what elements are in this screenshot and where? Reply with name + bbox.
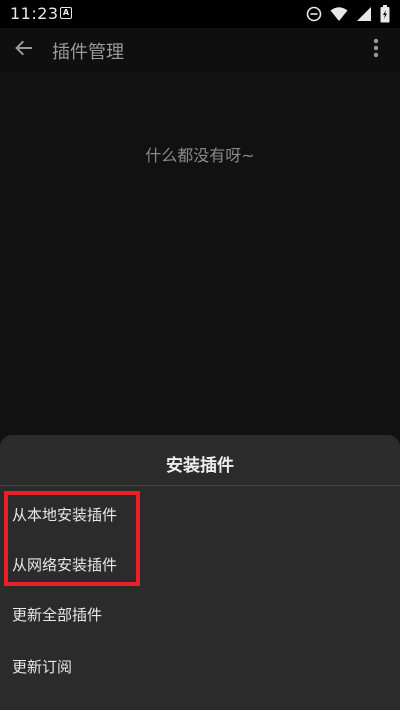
signal-icon bbox=[356, 6, 372, 22]
wifi-icon bbox=[330, 6, 348, 22]
app-bar: 插件管理 bbox=[0, 28, 400, 72]
install-plugin-sheet: 安装插件 从本地安装插件 从网络安装插件 更新全部插件 更新订阅 bbox=[0, 435, 400, 710]
battery-icon bbox=[380, 5, 390, 23]
sheet-divider bbox=[0, 485, 400, 486]
back-arrow-icon bbox=[14, 38, 34, 62]
empty-message: 什么都没有呀~ bbox=[145, 146, 255, 165]
install-from-network-item[interactable]: 从网络安装插件 bbox=[12, 551, 117, 579]
do-not-disturb-icon bbox=[306, 6, 322, 22]
back-button[interactable] bbox=[8, 34, 40, 66]
more-options-button[interactable] bbox=[362, 34, 390, 66]
status-bar: 11:23 A bbox=[0, 0, 400, 28]
update-all-plugins-item[interactable]: 更新全部插件 bbox=[12, 601, 102, 629]
update-subscription-item[interactable]: 更新订阅 bbox=[12, 653, 72, 681]
install-from-local-item[interactable]: 从本地安装插件 bbox=[12, 501, 117, 529]
notification-app-icon: A bbox=[60, 7, 72, 19]
sheet-title: 安装插件 bbox=[166, 456, 234, 476]
page-title: 插件管理 bbox=[52, 42, 124, 63]
more-vert-icon bbox=[373, 38, 379, 62]
status-icons bbox=[306, 4, 390, 24]
status-time: 11:23 bbox=[10, 4, 59, 23]
